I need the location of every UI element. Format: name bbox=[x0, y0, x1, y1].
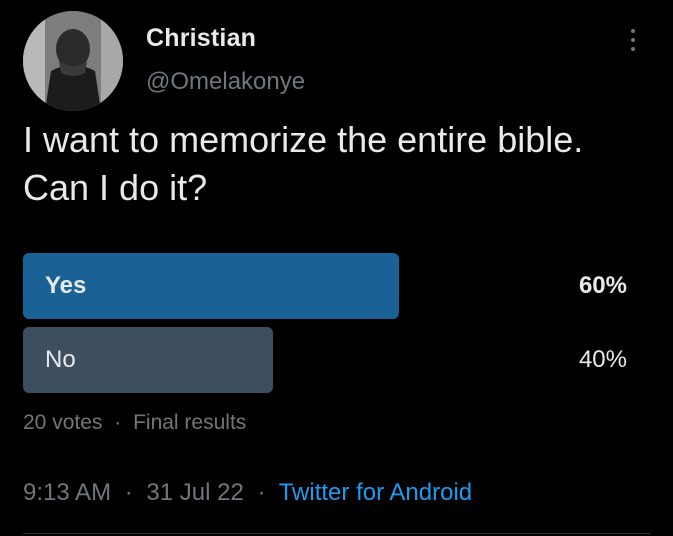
tweet-date[interactable]: 31 Jul 22 bbox=[146, 479, 243, 506]
vote-count: 20 votes bbox=[23, 411, 103, 434]
divider bbox=[23, 533, 650, 534]
separator: · bbox=[114, 411, 122, 434]
poll-option-no: No 40% bbox=[23, 327, 627, 393]
avatar-image bbox=[23, 11, 123, 111]
poll-option-label: No bbox=[45, 346, 76, 373]
more-dot bbox=[631, 47, 635, 51]
more-dot bbox=[631, 29, 635, 33]
poll-results-meta: 20 votes · Final results bbox=[23, 411, 246, 435]
poll-status: Final results bbox=[133, 411, 247, 434]
display-name[interactable]: Christian bbox=[146, 24, 256, 53]
poll-option-label: Yes bbox=[45, 272, 87, 299]
tweet-text: I want to memorize the entire bible. Can… bbox=[23, 119, 584, 208]
source-link[interactable]: Twitter for Android bbox=[279, 479, 472, 506]
poll-option-percent: 60% bbox=[578, 272, 627, 299]
tweet-time[interactable]: 9:13 AM bbox=[23, 479, 111, 506]
poll-option-yes: Yes 60% bbox=[23, 253, 627, 319]
separator: · bbox=[124, 479, 133, 506]
tweet-timestamp-row: 9:13 AM · 31 Jul 22 · Twitter for Androi… bbox=[23, 479, 472, 507]
poll-option-percent: 40% bbox=[578, 346, 627, 373]
poll: Yes 60% No 40% bbox=[23, 253, 627, 401]
separator: · bbox=[257, 479, 266, 506]
avatar[interactable] bbox=[23, 11, 123, 111]
more-vertical-icon[interactable] bbox=[618, 22, 648, 58]
more-dot bbox=[631, 38, 635, 42]
user-handle[interactable]: @Omelakonye bbox=[146, 68, 305, 96]
